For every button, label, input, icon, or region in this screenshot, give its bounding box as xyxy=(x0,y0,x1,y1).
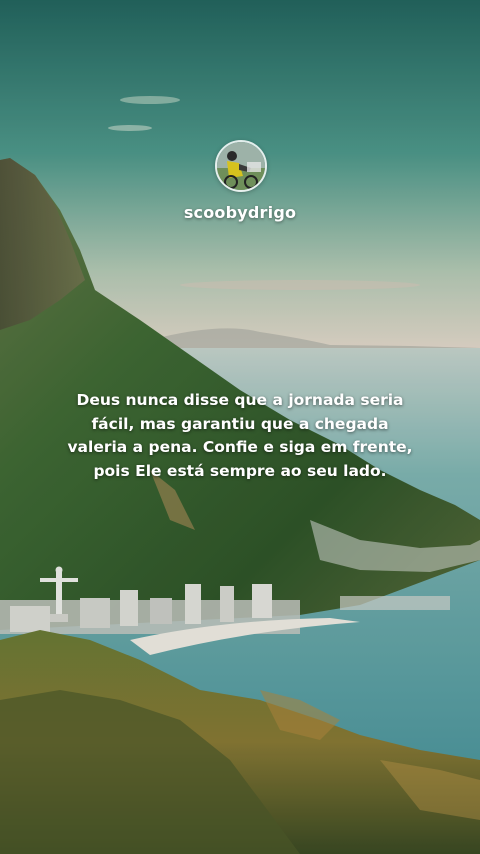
profile-username[interactable]: scoobydrigo xyxy=(0,203,480,222)
cyclist-avatar-icon xyxy=(217,142,265,190)
profile-avatar[interactable] xyxy=(215,140,267,192)
quote-text: Deus nunca disse que a jornada seria fác… xyxy=(67,391,413,480)
story-screen: scoobydrigo Deus nunca disse que a jorna… xyxy=(0,0,480,854)
